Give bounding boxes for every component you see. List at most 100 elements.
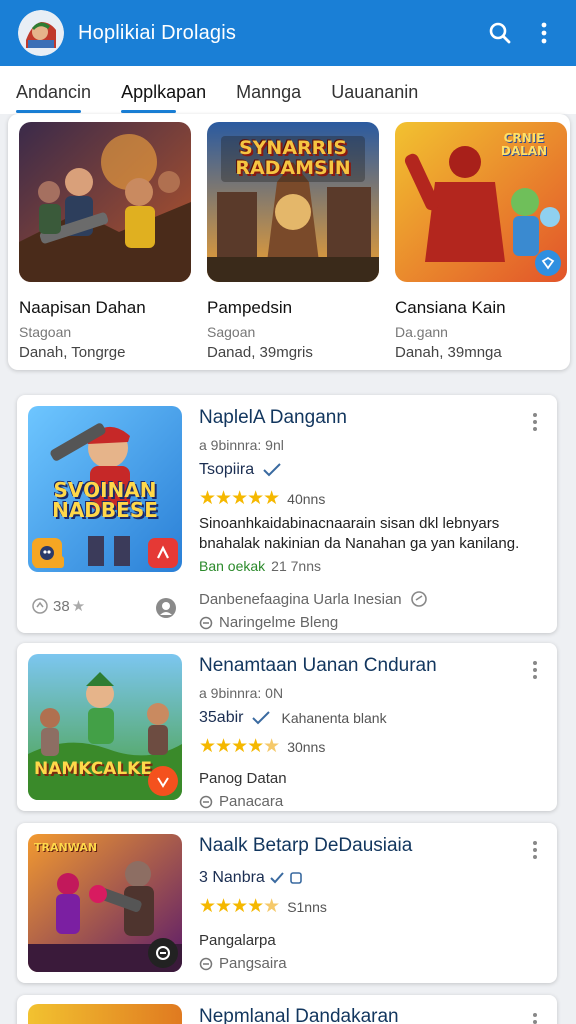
app-thumbnail[interactable]: NAMKCALKE [28, 654, 182, 800]
featured-meta-secondary: Danad, 39mgris [207, 344, 313, 361]
app-subtitle: a 9binnra: 0N [199, 685, 284, 701]
user-icon[interactable] [155, 597, 177, 619]
featured-item[interactable]: SYNARRIS RADAMSIN Pampedsin Sagoan Danad… [207, 122, 379, 361]
rating-count: 40nns [287, 490, 326, 507]
featured-banner-text: SYNARRIS RADAMSIN [235, 137, 351, 179]
app-bar: Hoplikiai Drolagis [0, 0, 576, 66]
featured-item[interactable]: Naapisan Dahan Stagoan Danah, Tongrge [19, 122, 191, 361]
verified-check-icon [262, 462, 282, 478]
tab-underline [16, 110, 82, 113]
developer-line: Danbenefaagina Uarla Inesian [199, 590, 543, 608]
rating-stars: ★★★★★ [199, 896, 280, 917]
featured-carousel: Naapisan Dahan Stagoan Danah, Tongrge SY… [8, 114, 570, 370]
tab-label: Uauananin [331, 81, 419, 102]
featured-meta: Sagoan [207, 324, 256, 340]
app-status-text: Tsopiira [199, 461, 255, 478]
tab-1[interactable]: Applkapan [121, 66, 206, 114]
rating-stars: ★★★★★ [199, 736, 280, 757]
card-body: Nenamtaan Uanan Cnduran a 9binnra: 0N 35… [199, 655, 543, 810]
developer-text: Danbenefaagina Uarla Inesian [199, 590, 402, 608]
tab-underline [121, 110, 177, 113]
rating-row: ★★★★★ 30nns [199, 735, 543, 758]
promo-secondary: 21 7nns [271, 558, 321, 574]
category-line: Panacara [199, 793, 543, 810]
app-list-card[interactable]: SVOINAN NADBESE NaplelA Dangann a 9binnr… [17, 395, 557, 633]
featured-thumbnail[interactable]: CRNIE DALAN [395, 122, 567, 282]
tag-icon [289, 871, 303, 885]
category-line: Naringelme Bleng [199, 614, 543, 631]
featured-banner-text: CRNIE DALAN [500, 131, 548, 158]
download-count-text: 38 [53, 597, 70, 615]
download-icon [31, 597, 49, 615]
category-icon [199, 795, 213, 809]
app-thumbnail[interactable]: SVOINAN NADBESE [28, 406, 182, 572]
rating-row: ★★★★★ S1nns [199, 895, 543, 918]
shield-badge-icon [535, 250, 561, 276]
app-title[interactable]: NaplelA Dangann [199, 407, 543, 429]
featured-meta: Stagoan [19, 324, 72, 340]
promo-line: Ban oekak 21 7nns [199, 558, 543, 574]
app-subtitle: a 9binnra: 9nl [199, 437, 284, 453]
app-thumbnail[interactable]: TRANWAN [28, 834, 182, 972]
featured-title: Cansiana Kain [395, 298, 506, 317]
app-status-note: Kahanenta blank [281, 710, 387, 726]
developer-line: Panog Datan [199, 770, 287, 787]
category-line: Pangsaira [199, 955, 543, 972]
app-logo-icon[interactable] [18, 10, 64, 56]
app-list-card[interactable]: TRANWAN Naalk Betarp DeDausiaia 3 Nanbra… [17, 823, 557, 983]
card-more-icon[interactable] [525, 657, 545, 683]
featured-thumbnail[interactable]: SYNARRIS RADAMSIN [207, 122, 379, 282]
search-icon[interactable] [482, 15, 518, 51]
publisher-badge-icon [148, 938, 178, 968]
featured-meta-secondary: Danah, Tongrge [19, 344, 126, 361]
category-text: Naringelme Bleng [219, 614, 339, 631]
category-text: Panacara [219, 793, 284, 810]
card-body: Nepmlanal Dandakaran [199, 1006, 543, 1024]
app-title[interactable]: Nenamtaan Uanan Cnduran [199, 655, 543, 677]
app-thumbnail[interactable] [28, 1004, 182, 1024]
app-title[interactable]: Naalk Betarp DeDausiaia [199, 835, 543, 857]
promo-text: Ban oekak [199, 558, 266, 574]
tab-0[interactable]: Andancin [16, 66, 91, 114]
app-list-card[interactable]: Nepmlanal Dandakaran [17, 995, 557, 1024]
verified-check-icon [269, 871, 285, 885]
game-mascot-icon [32, 538, 62, 568]
app-list-card[interactable]: NAMKCALKE Nenamtaan Uanan Cnduran a 9bin… [17, 643, 557, 811]
publisher-badge-icon [148, 538, 178, 568]
app-title[interactable]: Nepmlanal Dandakaran [199, 1006, 543, 1024]
star-outline-icon: ★ [71, 598, 86, 615]
rating-count: S1nns [287, 898, 327, 915]
card-more-icon[interactable] [525, 837, 545, 863]
app-description: Sinoanhkaidabinacnaarain sisan dkl lebny… [199, 515, 520, 552]
featured-title: Pampedsin [207, 298, 293, 317]
tab-2[interactable]: Mannga [236, 66, 301, 114]
featured-thumbnail[interactable] [19, 122, 191, 282]
rating-stars: ★★★★★ [199, 488, 280, 509]
share-icon[interactable] [410, 590, 428, 608]
featured-item[interactable]: CRNIE DALAN Cansiana Kain Da.gann Danah,… [395, 122, 567, 361]
card-more-icon[interactable] [525, 1009, 545, 1024]
rating-count: 30nns [287, 738, 326, 755]
app-status-row: 35abir Kahanenta blank [199, 709, 543, 727]
card-body: NaplelA Dangann a 9binnra: 9nl Tsopiira … [199, 407, 543, 631]
app-subtitle: 3 Nanbra [199, 869, 265, 886]
thumbnail-title-text: TRANWAN [34, 841, 98, 854]
app-status-text: 35abir [199, 709, 244, 726]
category-text: Pangsaira [219, 955, 287, 972]
tab-bar: Andancin Applkapan Mannga Uauananin [0, 66, 576, 114]
tab-label: Applkapan [121, 81, 207, 102]
category-icon [199, 957, 213, 971]
thumbnail-title-text: SVOINAN NADBESE [52, 478, 158, 522]
card-body: Naalk Betarp DeDausiaia 3 Nanbra ★★★★★ S… [199, 835, 543, 972]
tab-label: Mannga [236, 81, 302, 102]
verified-check-icon [251, 710, 271, 726]
tab-3[interactable]: Uauananin [331, 66, 418, 114]
card-more-icon[interactable] [525, 409, 545, 435]
featured-title: Naapisan Dahan [19, 298, 146, 317]
tab-label: Andancin [16, 81, 92, 102]
download-count: 38 ★ [31, 597, 85, 615]
more-vertical-icon[interactable] [526, 15, 562, 51]
app-status-row: 3 Nanbra [199, 869, 543, 887]
developer-line: Pangalarpa [199, 932, 276, 949]
app-status-row: Tsopiira [199, 461, 543, 479]
